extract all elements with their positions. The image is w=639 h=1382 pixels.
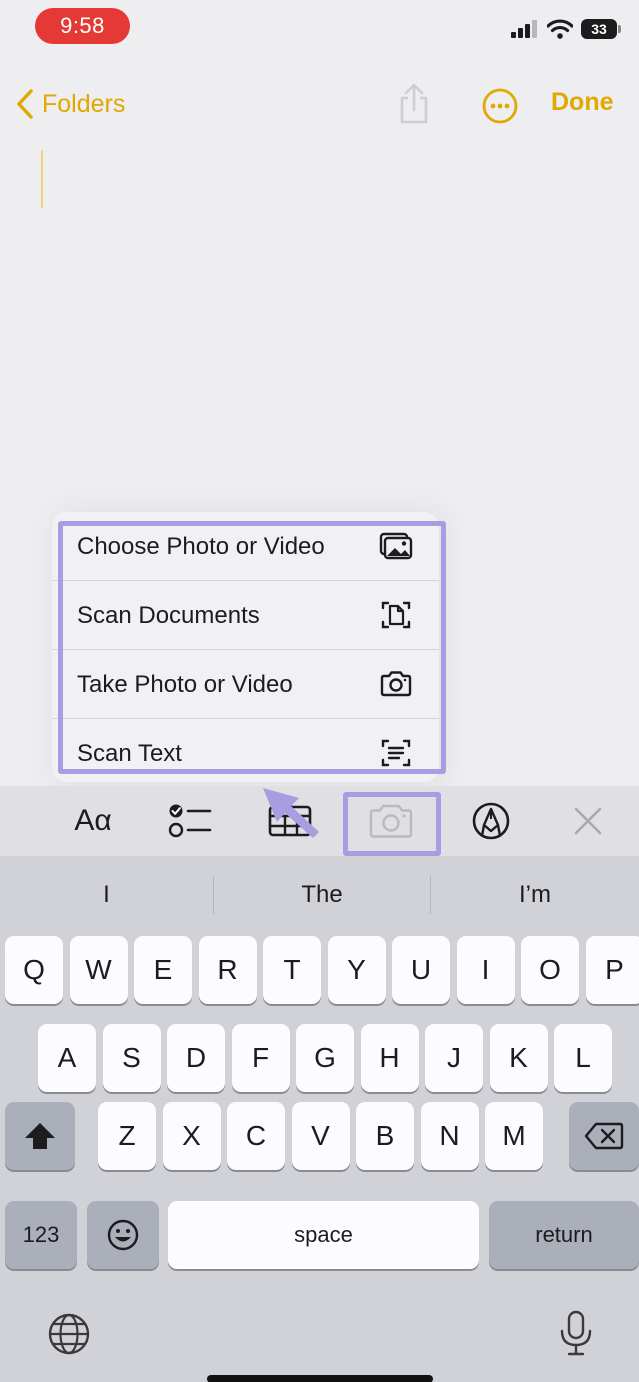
status-time[interactable]: 9:58	[35, 8, 130, 44]
checklist-button[interactable]	[166, 798, 214, 844]
camera-options-menu: Choose Photo or Video Scan Documents Tak…	[52, 512, 439, 782]
text-cursor	[41, 150, 43, 208]
key-b[interactable]: B	[356, 1102, 414, 1170]
key-y[interactable]: Y	[327, 936, 386, 1004]
menu-item-scan-documents[interactable]: Scan Documents	[52, 581, 439, 650]
share-button[interactable]	[394, 82, 434, 126]
nav-bar: Folders Done	[0, 78, 639, 128]
markup-pen-icon	[472, 802, 510, 840]
key-f[interactable]: F	[231, 1024, 290, 1092]
close-icon	[574, 807, 602, 835]
numbers-key[interactable]: 123	[5, 1201, 77, 1269]
checklist-icon	[168, 804, 212, 838]
key-x[interactable]: X	[162, 1102, 221, 1170]
key-n[interactable]: N	[420, 1102, 479, 1170]
status-bar: 9:58 33	[0, 0, 639, 56]
emoji-key[interactable]	[87, 1201, 159, 1269]
home-indicator	[207, 1375, 433, 1382]
space-key[interactable]: space	[168, 1201, 479, 1269]
photo-library-icon	[379, 532, 413, 560]
key-m[interactable]: M	[485, 1102, 543, 1170]
suggestion-bar: I The I’m	[0, 856, 639, 934]
key-s[interactable]: S	[102, 1024, 161, 1092]
back-button[interactable]: Folders	[16, 84, 125, 124]
key-a[interactable]: A	[38, 1024, 96, 1092]
scan-document-icon	[381, 601, 411, 629]
battery-icon: 33	[581, 19, 621, 39]
keyboard: I The I’m 123 space return Q W E R T Y U…	[0, 856, 639, 1382]
markup-button[interactable]	[468, 798, 514, 844]
emoji-icon	[107, 1219, 139, 1251]
key-h[interactable]: H	[360, 1024, 419, 1092]
key-w[interactable]: W	[69, 936, 128, 1004]
suggestion-item[interactable]: The	[214, 856, 430, 934]
key-u[interactable]: U	[392, 936, 450, 1004]
shift-icon	[25, 1123, 55, 1149]
back-label: Folders	[42, 89, 126, 118]
suggestion-item[interactable]: I’m	[431, 856, 639, 934]
key-k[interactable]: K	[489, 1024, 548, 1092]
more-icon	[482, 88, 518, 124]
camera-button[interactable]	[366, 798, 416, 844]
more-options-button[interactable]	[480, 82, 520, 126]
menu-item-take-photo[interactable]: Take Photo or Video	[52, 650, 439, 719]
key-g[interactable]: G	[296, 1024, 354, 1092]
backspace-icon	[584, 1122, 624, 1150]
menu-item-label: Take Photo or Video	[77, 671, 293, 698]
key-r[interactable]: R	[198, 936, 257, 1004]
text-format-button[interactable]: Aα	[66, 798, 120, 844]
key-j[interactable]: J	[425, 1024, 483, 1092]
key-v[interactable]: V	[291, 1102, 350, 1170]
menu-item-label: Scan Documents	[77, 602, 260, 629]
share-icon	[400, 83, 428, 124]
wifi-icon	[547, 19, 573, 39]
menu-item-label: Scan Text	[77, 740, 182, 767]
suggestion-item[interactable]: I	[0, 856, 213, 934]
key-t[interactable]: T	[263, 936, 321, 1004]
notes-app-screen: 9:58 33 Folders Done Choose Photo or Vid…	[0, 0, 639, 1382]
globe-icon	[48, 1313, 90, 1355]
menu-item-label: Choose Photo or Video	[77, 533, 325, 560]
key-o[interactable]: O	[521, 936, 579, 1004]
key-p[interactable]: P	[585, 936, 639, 1004]
microphone-icon	[560, 1310, 592, 1356]
key-i[interactable]: I	[456, 936, 515, 1004]
return-key[interactable]: return	[489, 1201, 639, 1269]
key-z[interactable]: Z	[98, 1102, 156, 1170]
close-toolbar-button[interactable]	[568, 798, 608, 844]
done-button[interactable]: Done	[551, 88, 614, 117]
delete-key[interactable]	[569, 1102, 639, 1170]
camera-icon	[380, 671, 412, 697]
chevron-left-icon	[17, 89, 33, 119]
key-l[interactable]: L	[554, 1024, 612, 1092]
menu-item-scan-text[interactable]: Scan Text	[52, 719, 439, 782]
key-c[interactable]: C	[227, 1102, 285, 1170]
shift-key[interactable]	[5, 1102, 75, 1170]
globe-button[interactable]	[46, 1311, 92, 1362]
cellular-signal-icon	[511, 20, 537, 38]
camera-icon	[369, 804, 413, 838]
key-q[interactable]: Q	[5, 936, 63, 1004]
pointer-arrow-icon	[263, 788, 319, 838]
menu-item-choose-photo[interactable]: Choose Photo or Video	[52, 512, 439, 581]
key-e[interactable]: E	[134, 936, 192, 1004]
status-icons: 33	[511, 18, 621, 40]
dictation-button[interactable]	[557, 1309, 595, 1362]
key-d[interactable]: D	[167, 1024, 225, 1092]
scan-text-icon	[381, 739, 411, 767]
